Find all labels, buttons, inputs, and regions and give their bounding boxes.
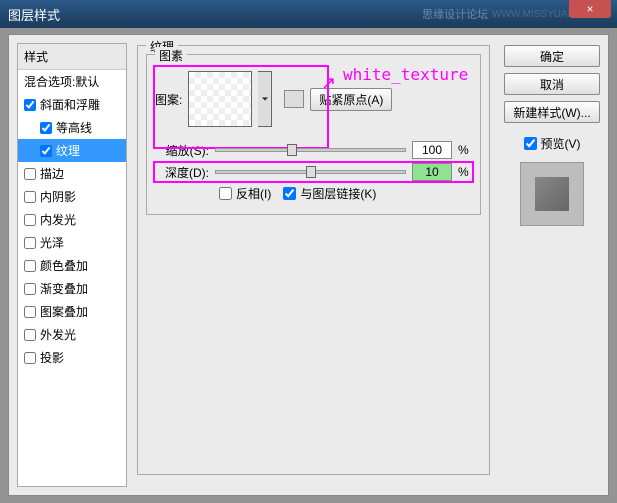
action-panel: 确定 取消 新建样式(W)... 预览(V) — [496, 35, 608, 495]
style-item-3[interactable]: 描边 — [18, 162, 126, 185]
watermark-text: 思缘设计论坛 — [422, 6, 488, 22]
style-item-2[interactable]: 纹理 — [18, 139, 126, 162]
close-icon: × — [586, 2, 593, 16]
ok-button[interactable]: 确定 — [504, 45, 600, 67]
style-item-7[interactable]: 颜色叠加 — [18, 254, 126, 277]
style-checkbox[interactable] — [24, 191, 36, 203]
style-checkbox[interactable] — [24, 260, 36, 272]
styles-header: 样式 — [18, 44, 126, 70]
texture-section: 纹理 图素 图案: 贴紧原点(A) 缩放(S): 100 % — [137, 45, 490, 475]
style-label: 图案叠加 — [40, 303, 88, 320]
settings-panel: 纹理 图素 图案: 贴紧原点(A) 缩放(S): 100 % — [131, 35, 496, 495]
style-label: 光泽 — [40, 234, 64, 251]
depth-row: 深度(D): 10 % — [155, 163, 472, 181]
new-style-button[interactable]: 新建样式(W)... — [504, 101, 600, 123]
blend-options-row[interactable]: 混合选项:默认 — [18, 70, 126, 93]
scale-input[interactable]: 100 — [412, 141, 452, 159]
style-checkbox[interactable] — [40, 145, 52, 157]
style-item-8[interactable]: 渐变叠加 — [18, 277, 126, 300]
style-label: 外发光 — [40, 326, 76, 343]
style-checkbox[interactable] — [40, 122, 52, 134]
dialog: 样式 混合选项:默认 斜面和浮雕等高线纹理描边内阴影内发光光泽颜色叠加渐变叠加图… — [8, 34, 609, 496]
cancel-button[interactable]: 取消 — [504, 73, 600, 95]
titlebar: 图层样式 思缘设计论坛 WWW.MISSYUAN.COM × — [0, 0, 617, 28]
annotation-arrow: ↗ — [321, 73, 336, 94]
options-row: 反相(I) 与图层链接(K) — [219, 185, 472, 202]
invert-label: 反相(I) — [236, 185, 271, 202]
style-checkbox[interactable] — [24, 352, 36, 364]
style-label: 颜色叠加 — [40, 257, 88, 274]
style-item-4[interactable]: 内阴影 — [18, 185, 126, 208]
group-legend: 图素 — [155, 47, 187, 64]
style-item-11[interactable]: 投影 — [18, 346, 126, 369]
style-item-0[interactable]: 斜面和浮雕 — [18, 93, 126, 116]
style-checkbox[interactable] — [24, 99, 36, 111]
style-label: 斜面和浮雕 — [40, 96, 100, 113]
style-checkbox[interactable] — [24, 237, 36, 249]
style-label: 纹理 — [56, 142, 80, 159]
style-label: 描边 — [40, 165, 64, 182]
link-label: 与图层链接(K) — [300, 185, 376, 202]
style-label: 等高线 — [56, 119, 92, 136]
style-checkbox[interactable] — [24, 168, 36, 180]
close-button[interactable]: × — [569, 0, 611, 18]
style-checkbox[interactable] — [24, 283, 36, 295]
highlight-depth — [153, 161, 474, 183]
style-item-5[interactable]: 内发光 — [18, 208, 126, 231]
style-label: 渐变叠加 — [40, 280, 88, 297]
style-label: 内发光 — [40, 211, 76, 228]
invert-checkbox[interactable] — [219, 187, 232, 200]
preview-thumbnail — [520, 162, 584, 226]
style-checkbox[interactable] — [24, 214, 36, 226]
style-label: 内阴影 — [40, 188, 76, 205]
link-checkbox[interactable] — [283, 187, 296, 200]
style-item-9[interactable]: 图案叠加 — [18, 300, 126, 323]
style-item-10[interactable]: 外发光 — [18, 323, 126, 346]
annotation-text: white_texture — [343, 65, 468, 84]
style-item-6[interactable]: 光泽 — [18, 231, 126, 254]
style-checkbox[interactable] — [24, 329, 36, 341]
scale-slider[interactable] — [215, 148, 406, 152]
preview-label: 预览(V) — [541, 135, 581, 152]
window-title: 图层样式 — [8, 5, 422, 24]
style-item-1[interactable]: 等高线 — [18, 116, 126, 139]
preview-checkbox[interactable] — [524, 137, 537, 150]
style-label: 投影 — [40, 349, 64, 366]
highlight-pattern — [153, 65, 329, 149]
styles-list: 样式 混合选项:默认 斜面和浮雕等高线纹理描边内阴影内发光光泽颜色叠加渐变叠加图… — [17, 43, 127, 487]
style-checkbox[interactable] — [24, 306, 36, 318]
